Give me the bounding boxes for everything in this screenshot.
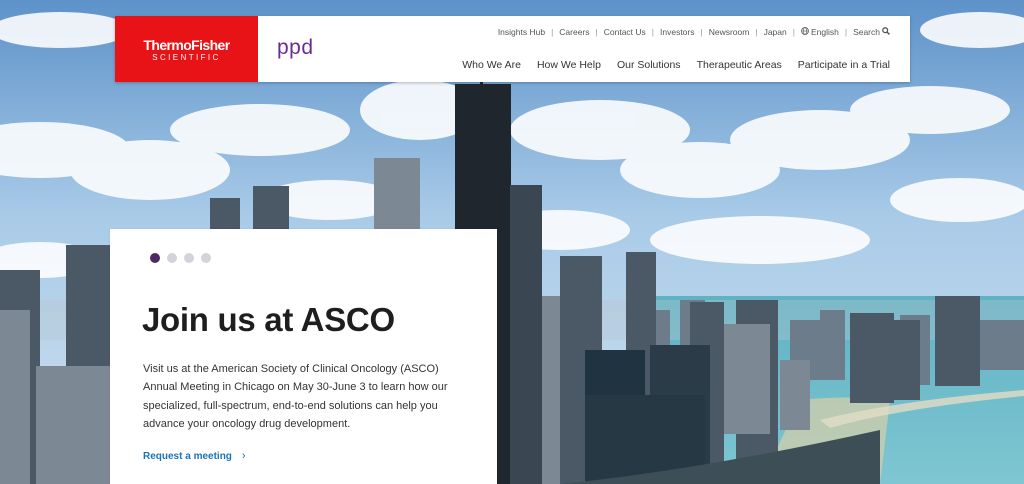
divider: | xyxy=(700,27,703,37)
hero-description: Visit us at the American Society of Clin… xyxy=(143,363,448,430)
nav-participate-in-a-trial[interactable]: Participate in a Trial xyxy=(798,59,890,71)
util-link-careers[interactable]: Careers xyxy=(559,27,589,37)
ppd-logo[interactable]: ppd xyxy=(277,36,314,60)
nav-our-solutions[interactable]: Our Solutions xyxy=(617,59,681,71)
main-nav: Who We Are How We Help Our Solutions The… xyxy=(462,59,890,71)
carousel-indicators xyxy=(150,253,211,263)
divider: | xyxy=(651,27,654,37)
request-meeting-link[interactable]: Request a meeting › xyxy=(143,450,246,462)
divider: | xyxy=(551,27,554,37)
divider: | xyxy=(755,27,758,37)
carousel-dot[interactable] xyxy=(150,253,160,263)
language-label: English xyxy=(810,27,839,37)
nav-therapeutic-areas[interactable]: Therapeutic Areas xyxy=(697,59,782,71)
divider: | xyxy=(595,27,598,37)
search-label: Search xyxy=(853,27,880,37)
carousel-dot[interactable] xyxy=(201,253,211,263)
search-button[interactable]: Search xyxy=(853,27,890,37)
util-link-japan[interactable]: Japan xyxy=(764,27,787,37)
chevron-right-icon: › xyxy=(241,450,246,462)
utility-nav: Insights Hub | Careers | Contact Us | In… xyxy=(498,27,890,37)
util-link-newsroom[interactable]: Newsroom xyxy=(709,27,750,37)
nav-who-we-are[interactable]: Who We Are xyxy=(462,59,521,71)
search-icon xyxy=(882,27,890,37)
carousel-dot[interactable] xyxy=(167,253,177,263)
logo-subtitle: SCIENTIFIC xyxy=(152,53,221,62)
divider: | xyxy=(792,27,795,37)
request-meeting-label: Request a meeting xyxy=(143,450,232,462)
logo-wordmark: ThermoFisher xyxy=(143,37,230,53)
carousel-dot[interactable] xyxy=(184,253,194,263)
language-selector[interactable]: English xyxy=(801,27,839,37)
util-link-contact-us[interactable]: Contact Us xyxy=(604,27,646,37)
divider: | xyxy=(844,27,848,37)
hero-promo-card: Join us at ASCO Visit us at the American… xyxy=(110,229,497,484)
globe-icon xyxy=(801,27,809,37)
thermo-fisher-logo[interactable]: ThermoFisher SCIENTIFIC xyxy=(115,16,258,82)
hero-title: Join us at ASCO xyxy=(142,301,395,338)
util-link-insights-hub[interactable]: Insights Hub xyxy=(498,27,545,37)
nav-how-we-help[interactable]: How We Help xyxy=(537,59,601,71)
util-link-investors[interactable]: Investors xyxy=(660,27,695,37)
site-header: ThermoFisher SCIENTIFIC ppd Insights Hub… xyxy=(115,16,910,82)
